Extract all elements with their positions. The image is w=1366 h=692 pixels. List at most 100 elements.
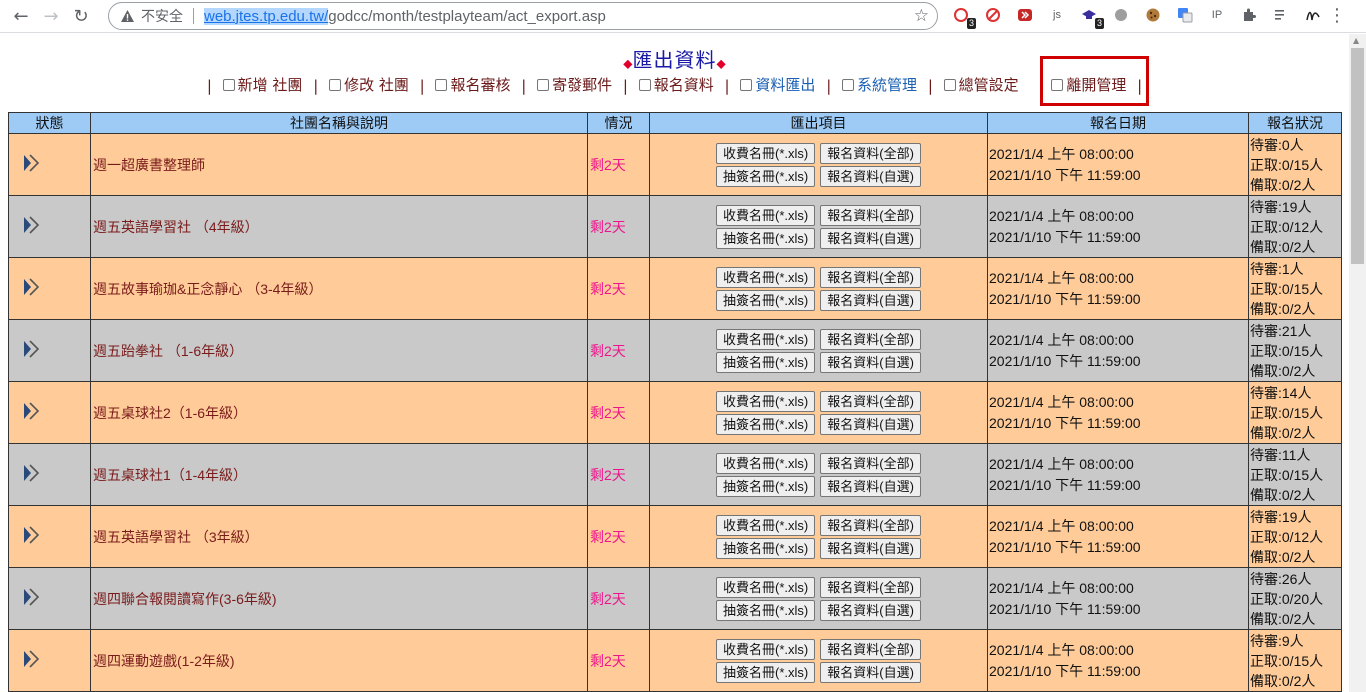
signup-all-export-button[interactable]: 報名資料(全部) — [820, 576, 921, 598]
signup-all-export-button[interactable]: 報名資料(全部) — [820, 204, 921, 226]
reload-icon[interactable]: ↻ — [66, 1, 96, 31]
play-arrow-icon[interactable] — [23, 525, 41, 548]
signup-pick-export-button[interactable]: 報名資料(自選) — [820, 351, 921, 373]
browser-menu-icon[interactable]: ⋮ — [1328, 5, 1346, 26]
checkbox-icon[interactable] — [740, 78, 753, 91]
lottery-list-export-button[interactable]: 抽簽名冊(*.xls) — [716, 599, 816, 621]
forward-arrow-icon[interactable]: → — [36, 1, 66, 31]
extension-translate-icon[interactable] — [1174, 4, 1196, 26]
extension-js-icon[interactable]: js — [1046, 4, 1068, 26]
lottery-list-export-button[interactable]: 抽簽名冊(*.xls) — [716, 289, 816, 311]
fee-list-export-button[interactable]: 收費名冊(*.xls) — [716, 204, 816, 226]
fee-list-export-button[interactable]: 收費名冊(*.xls) — [716, 514, 816, 536]
fee-list-export-button[interactable]: 收費名冊(*.xls) — [716, 390, 816, 412]
table-row: 週五跆拳社 （1-6年級） 剩2天 收費名冊(*.xls) 報名資料(全部) 抽簽名冊(… — [8, 319, 1342, 382]
menu-master-settings[interactable]: 總管設定 — [943, 74, 1019, 95]
scroll-up-icon[interactable]: ▲ — [1353, 36, 1359, 45]
lottery-list-export-button[interactable]: 抽簽名冊(*.xls) — [716, 165, 816, 187]
play-arrow-icon[interactable] — [23, 339, 41, 362]
fee-list-export-button[interactable]: 收費名冊(*.xls) — [716, 328, 816, 350]
lottery-list-export-button[interactable]: 抽簽名冊(*.xls) — [716, 661, 816, 683]
fee-list-export-button[interactable]: 收費名冊(*.xls) — [716, 452, 816, 474]
play-arrow-icon[interactable] — [23, 153, 41, 176]
club-export-table: 狀態 社團名稱與說明 情況 匯出項目 報名日期 報名狀況 週一超廣書整理師 剩2天… — [8, 112, 1342, 692]
signup-all-export-button[interactable]: 報名資料(全部) — [820, 390, 921, 412]
extension-hat-icon[interactable]: 3 — [1078, 4, 1104, 29]
signup-end: 2021/1/10 下午 11:59:00 — [989, 352, 1141, 369]
extension-link-icon[interactable]: 3 — [950, 4, 976, 29]
play-arrow-icon[interactable] — [23, 649, 41, 672]
menu-system-admin[interactable]: 系統管理 — [842, 74, 917, 95]
signup-end: 2021/1/10 下午 11:59:00 — [989, 662, 1141, 679]
profile-signature-icon[interactable] — [1302, 4, 1324, 26]
menu-edit-club[interactable]: 修改 社團 — [329, 74, 409, 95]
signup-pick-export-button[interactable]: 報名資料(自選) — [820, 165, 921, 187]
play-arrow-icon[interactable] — [23, 463, 41, 486]
signup-all-export-button[interactable]: 報名資料(全部) — [820, 328, 921, 350]
extension-cookie-icon[interactable] — [1142, 4, 1164, 26]
signup-pick-export-button[interactable]: 報名資料(自選) — [820, 537, 921, 559]
checkbox-icon[interactable] — [638, 78, 651, 91]
signup-pick-export-button[interactable]: 報名資料(自選) — [820, 599, 921, 621]
status-cell — [8, 443, 91, 506]
menu-review-signups[interactable]: 報名審核 — [435, 74, 510, 95]
menu-label: 寄發郵件 — [552, 76, 613, 94]
signup-pick-export-button[interactable]: 報名資料(自選) — [820, 413, 921, 435]
signup-all-export-button[interactable]: 報名資料(全部) — [820, 266, 921, 288]
signup-status: 待審:11人 正取:0/15人 備取:0/2人 — [1248, 443, 1342, 506]
signup-end: 2021/1/10 下午 11:59:00 — [989, 538, 1141, 555]
play-arrow-icon[interactable] — [23, 215, 41, 238]
fee-list-export-button[interactable]: 收費名冊(*.xls) — [716, 576, 816, 598]
export-actions: 收費名冊(*.xls) 報名資料(全部) 抽簽名冊(*.xls) 報名資料(自選) — [649, 257, 988, 320]
extension-ip-icon[interactable]: IP — [1206, 4, 1228, 26]
signup-pick-export-button[interactable]: 報名資料(自選) — [820, 475, 921, 497]
signup-status: 待審:9人 正取:0/15人 備取:0/2人 — [1248, 629, 1342, 692]
fee-list-export-button[interactable]: 收費名冊(*.xls) — [716, 142, 816, 164]
menu-signup-data[interactable]: 報名資料 — [638, 74, 714, 95]
checkbox-icon[interactable] — [537, 78, 550, 91]
signup-all-export-button[interactable]: 報名資料(全部) — [820, 142, 921, 164]
menu-exit-admin[interactable]: 離開管理 — [1051, 74, 1126, 95]
play-arrow-icon[interactable] — [23, 277, 41, 300]
lottery-list-export-button[interactable]: 抽簽名冊(*.xls) — [716, 227, 816, 249]
checkbox-icon[interactable] — [329, 78, 342, 91]
extension-block-icon[interactable] — [982, 4, 1004, 26]
page-scrollbar[interactable]: ▲ — [1349, 34, 1366, 692]
menu-add-club[interactable]: 新增 社團 — [222, 74, 302, 95]
export-actions: 收費名冊(*.xls) 報名資料(全部) 抽簽名冊(*.xls) 報名資料(自選) — [649, 195, 988, 258]
address-bar[interactable]: 不安全 web.jtes.tp.edu.tw/godcc/month/testp… — [108, 2, 938, 30]
lottery-list-export-button[interactable]: 抽簽名冊(*.xls) — [716, 413, 816, 435]
signup-pick-export-button[interactable]: 報名資料(自選) — [820, 227, 921, 249]
signup-pick-export-button[interactable]: 報名資料(自選) — [820, 289, 921, 311]
checkbox-icon[interactable] — [435, 78, 448, 91]
scroll-thumb[interactable] — [1351, 48, 1364, 264]
pending-count: 待審:14人 — [1250, 384, 1312, 401]
export-button-row: 收費名冊(*.xls) 報名資料(全部) — [650, 204, 987, 226]
menu-send-mail[interactable]: 寄發郵件 — [537, 74, 612, 95]
lottery-list-export-button[interactable]: 抽簽名冊(*.xls) — [716, 537, 816, 559]
checkbox-icon[interactable] — [943, 78, 956, 91]
checkbox-icon[interactable] — [842, 78, 855, 91]
status-cell — [8, 381, 91, 444]
signup-all-export-button[interactable]: 報名資料(全部) — [820, 638, 921, 660]
menu-separator: | — [622, 76, 628, 95]
play-arrow-icon[interactable] — [23, 401, 41, 424]
extension-forward-icon[interactable] — [1014, 4, 1036, 26]
signup-all-export-button[interactable]: 報名資料(全部) — [820, 514, 921, 536]
bookmark-star-icon[interactable]: ☆ — [914, 6, 929, 26]
extensions-puzzle-icon[interactable] — [1238, 4, 1260, 26]
signup-pick-export-button[interactable]: 報名資料(自選) — [820, 661, 921, 683]
signup-all-export-button[interactable]: 報名資料(全部) — [820, 452, 921, 474]
reading-list-icon[interactable] — [1270, 4, 1292, 26]
warning-triangle-icon[interactable] — [119, 8, 135, 24]
lottery-list-export-button[interactable]: 抽簽名冊(*.xls) — [716, 351, 816, 373]
back-arrow-icon[interactable]: ← — [6, 1, 36, 31]
checkbox-icon[interactable] — [222, 78, 235, 91]
lottery-list-export-button[interactable]: 抽簽名冊(*.xls) — [716, 475, 816, 497]
checkbox-icon[interactable] — [1051, 78, 1064, 91]
fee-list-export-button[interactable]: 收費名冊(*.xls) — [716, 266, 816, 288]
extension-globe-icon[interactable] — [1110, 4, 1132, 26]
play-arrow-icon[interactable] — [23, 587, 41, 610]
fee-list-export-button[interactable]: 收費名冊(*.xls) — [716, 638, 816, 660]
menu-data-export[interactable]: 資料匯出 — [740, 74, 815, 95]
